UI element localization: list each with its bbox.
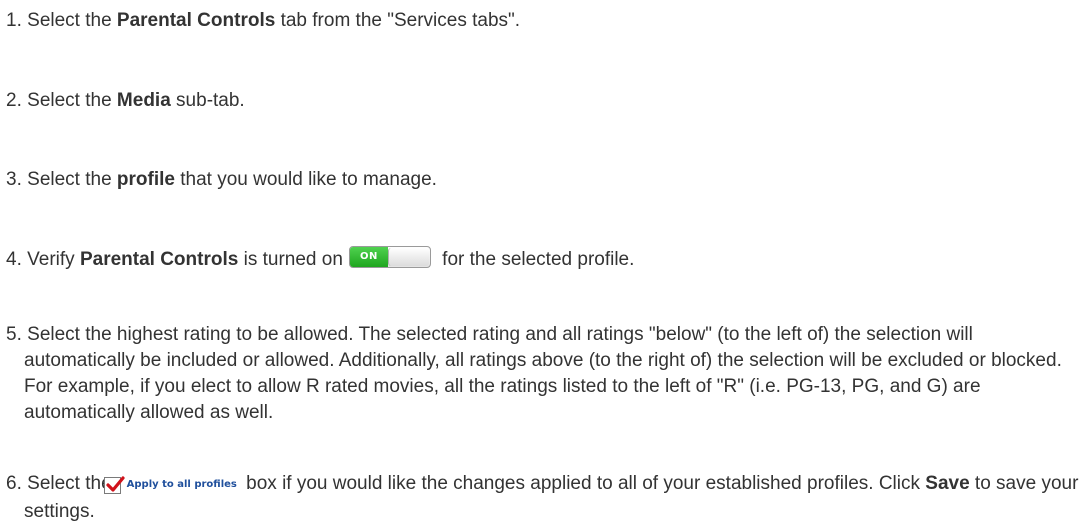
step-text-pre: Select the (27, 10, 117, 31)
step-5: 5. Select the highest rating to be allow… (6, 322, 1088, 426)
step-number: 1. (6, 10, 22, 31)
apply-to-all-profiles-checkbox[interactable]: Apply to all profiles (103, 472, 237, 499)
step-text-pre: Verify (27, 249, 80, 270)
step-text-post: that you would like to manage. (174, 169, 437, 190)
step-text-post: tab from the "Services tabs". (275, 10, 521, 31)
step-text-pre: Select the (27, 90, 117, 111)
step-number: 6. (6, 473, 22, 494)
checkbox-icon (103, 476, 125, 494)
step-number: 5. (6, 324, 22, 345)
step-2: 2. Select the Media sub-tab. (6, 88, 1086, 114)
step-text: Select the highest rating to be allowed.… (24, 324, 1062, 423)
step-bold-term: Save (925, 473, 970, 494)
apply-to-all-profiles-label: Apply to all profiles (126, 479, 237, 490)
step-4: 4. Verify Parental Controls is turned on… (6, 246, 1086, 273)
step-number: 2. (6, 90, 22, 111)
step-bold-term: Media (116, 90, 171, 111)
step-text-mid: box if you would like the changes applie… (240, 473, 926, 494)
step-3: 3. Select the profile that you would lik… (6, 167, 1086, 193)
step-text-post: for the selected profile. (436, 249, 635, 270)
toggle-knob (387, 248, 429, 266)
toggle-on-label: ON (349, 247, 388, 267)
step-bold-term: Parental Controls (79, 249, 239, 270)
step-bold-term: profile (116, 169, 175, 190)
step-bold-term: Parental Controls (116, 10, 276, 31)
step-text-pre: Select the (27, 169, 117, 190)
step-text-post: sub-tab. (170, 90, 245, 111)
step-number: 3. (6, 169, 22, 190)
step-text-mid: is turned on (238, 249, 343, 270)
step-6: 6. Select the Apply to all profiles box i… (6, 471, 1088, 525)
step-text-pre: Select the (27, 473, 112, 494)
step-1: 1. Select the Parental Controls tab from… (6, 8, 1086, 34)
parental-controls-toggle[interactable]: ON (348, 246, 431, 268)
step-number: 4. (6, 249, 22, 270)
